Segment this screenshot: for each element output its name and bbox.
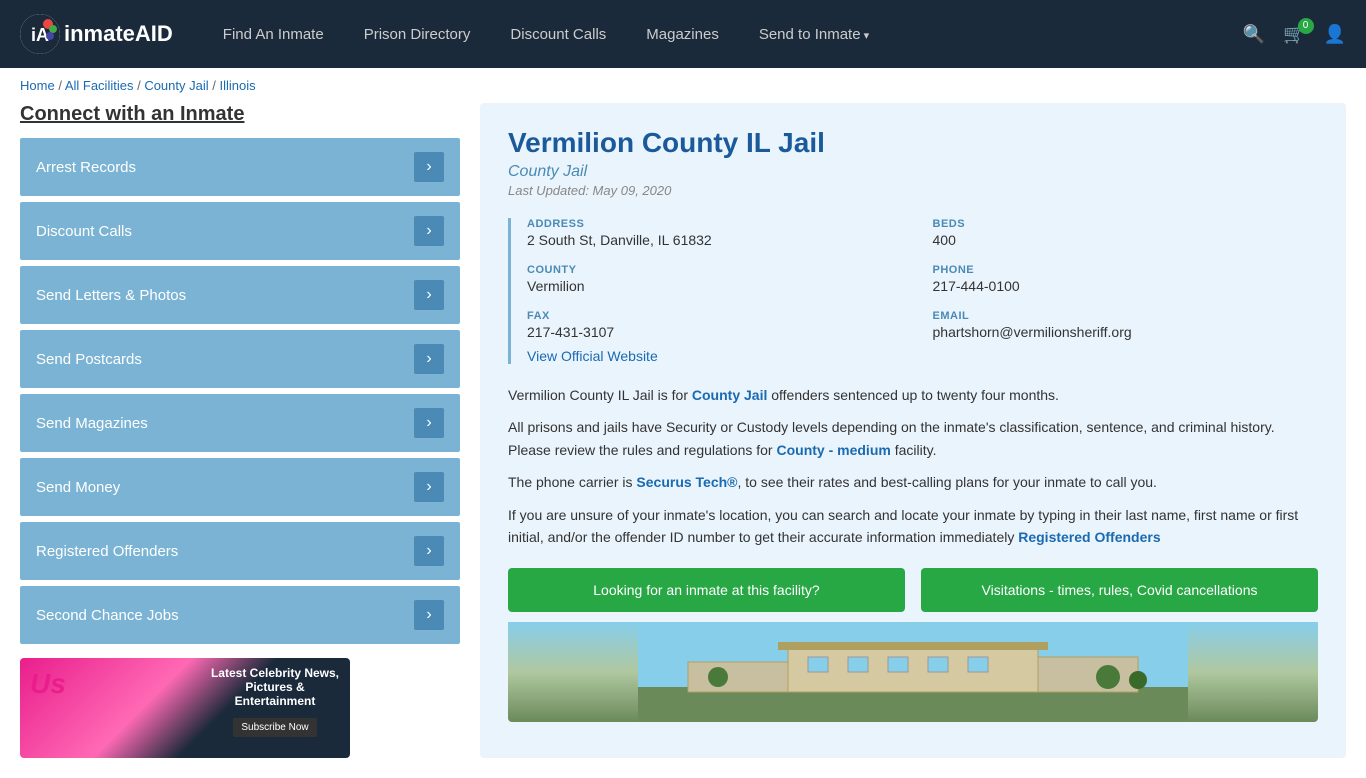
nav-magazines[interactable]: Magazines xyxy=(646,26,719,43)
search-icon[interactable]: 🔍 xyxy=(1243,24,1265,45)
desc4: If you are unsure of your inmate's locat… xyxy=(508,504,1318,549)
county-block: COUNTY Vermilion xyxy=(527,264,913,294)
arrow-icon-send-magazines: › xyxy=(414,408,444,438)
logo-icon: iA xyxy=(20,14,60,54)
arrow-icon-arrest-records: › xyxy=(414,152,444,182)
looking-for-inmate-button[interactable]: Looking for an inmate at this facility? xyxy=(508,568,905,612)
nav-discount-calls[interactable]: Discount Calls xyxy=(510,26,606,43)
facility-type: County Jail xyxy=(508,163,1318,181)
breadcrumb-all-facilities[interactable]: All Facilities xyxy=(65,78,134,93)
sidebar-label-send-magazines: Send Magazines xyxy=(36,415,148,432)
ad-banner[interactable]: Us Latest Celebrity News, Pictures & Ent… xyxy=(20,658,350,758)
fax-block: FAX 217-431-3107 xyxy=(527,310,913,340)
sidebar-item-registered-offenders[interactable]: Registered Offenders › xyxy=(20,522,460,580)
sidebar-label-arrest-records: Arrest Records xyxy=(36,159,136,176)
sidebar-item-arrest-records[interactable]: Arrest Records › xyxy=(20,138,460,196)
user-icon[interactable]: 👤 xyxy=(1324,24,1346,45)
address-value: 2 South St, Danville, IL 61832 xyxy=(527,232,913,248)
arrow-icon-discount-calls: › xyxy=(414,216,444,246)
email-value: phartshorn@vermilionsheriff.org xyxy=(933,324,1319,340)
sidebar-item-send-postcards[interactable]: Send Postcards › xyxy=(20,330,460,388)
phone-block: PHONE 217-444-0100 xyxy=(933,264,1319,294)
header-icons: 🔍 🛒 0 👤 xyxy=(1243,24,1346,45)
email-label: EMAIL xyxy=(933,310,1319,322)
county-jail-link1[interactable]: County Jail xyxy=(692,387,767,403)
sidebar-item-second-chance-jobs[interactable]: Second Chance Jobs › xyxy=(20,586,460,644)
sidebar-label-registered-offenders: Registered Offenders xyxy=(36,543,178,560)
arrow-icon-registered-offenders: › xyxy=(414,536,444,566)
email-block: EMAIL phartshorn@vermilionsheriff.org xyxy=(933,310,1319,340)
sidebar-label-discount-calls: Discount Calls xyxy=(36,223,132,240)
breadcrumb-county-jail[interactable]: County Jail xyxy=(144,78,208,93)
breadcrumb-home[interactable]: Home xyxy=(20,78,55,93)
breadcrumb-state[interactable]: Illinois xyxy=(219,78,255,93)
sidebar: Connect with an Inmate Arrest Records › … xyxy=(20,103,460,758)
nav-links: Find An Inmate Prison Directory Discount… xyxy=(223,26,1213,43)
action-buttons: Looking for an inmate at this facility? … xyxy=(508,568,1318,612)
sidebar-item-send-money[interactable]: Send Money › xyxy=(20,458,460,516)
ad-content: Latest Celebrity News, Pictures & Entert… xyxy=(210,666,340,737)
info-divider: ADDRESS 2 South St, Danville, IL 61832 B… xyxy=(508,218,1318,364)
arrow-icon-send-letters: › xyxy=(414,280,444,310)
phone-value: 217-444-0100 xyxy=(933,278,1319,294)
sidebar-item-send-magazines[interactable]: Send Magazines › xyxy=(20,394,460,452)
logo-text: inmateAID xyxy=(64,21,173,47)
info-grid: ADDRESS 2 South St, Danville, IL 61832 B… xyxy=(527,218,1318,340)
cart-badge: 0 xyxy=(1298,18,1314,34)
address-block: ADDRESS 2 South St, Danville, IL 61832 xyxy=(527,218,913,248)
desc2: All prisons and jails have Security or C… xyxy=(508,416,1318,461)
facility-detail: Vermilion County IL Jail County Jail Las… xyxy=(480,103,1346,758)
address-label: ADDRESS xyxy=(527,218,913,230)
nav-find-inmate[interactable]: Find An Inmate xyxy=(223,26,324,43)
official-website-link[interactable]: View Official Website xyxy=(527,348,658,364)
nav-prison-directory[interactable]: Prison Directory xyxy=(364,26,471,43)
fax-label: FAX xyxy=(527,310,913,322)
county-value: Vermilion xyxy=(527,278,913,294)
beds-block: BEDS 400 xyxy=(933,218,1319,248)
main-content: Connect with an Inmate Arrest Records › … xyxy=(0,103,1366,778)
facility-name: Vermilion County IL Jail xyxy=(508,127,1318,159)
sidebar-label-second-chance-jobs: Second Chance Jobs xyxy=(36,607,179,624)
facility-updated: Last Updated: May 09, 2020 xyxy=(508,183,1318,198)
securus-link[interactable]: Securus Tech® xyxy=(636,474,737,490)
ad-subscribe-button[interactable]: Subscribe Now xyxy=(233,718,316,737)
arrow-icon-second-chance-jobs: › xyxy=(414,600,444,630)
county-medium-link[interactable]: County - medium xyxy=(776,442,890,458)
cart-icon[interactable]: 🛒 0 xyxy=(1283,24,1305,45)
arrow-icon-send-money: › xyxy=(414,472,444,502)
logo-area[interactable]: iA inmateAID xyxy=(20,14,173,54)
facility-image xyxy=(508,622,1318,722)
sidebar-item-discount-calls[interactable]: Discount Calls › xyxy=(20,202,460,260)
sidebar-label-send-letters: Send Letters & Photos xyxy=(36,287,186,304)
beds-label: BEDS xyxy=(933,218,1319,230)
phone-label: PHONE xyxy=(933,264,1319,276)
connect-title: Connect with an Inmate xyxy=(20,103,460,126)
beds-value: 400 xyxy=(933,232,1319,248)
sidebar-label-send-postcards: Send Postcards xyxy=(36,351,142,368)
sidebar-item-send-letters[interactable]: Send Letters & Photos › xyxy=(20,266,460,324)
nav-send-to-inmate[interactable]: Send to Inmate xyxy=(759,26,869,43)
fax-value: 217-431-3107 xyxy=(527,324,913,340)
header: iA inmateAID Find An Inmate Prison Direc… xyxy=(0,0,1366,68)
desc3: The phone carrier is Securus Tech®, to s… xyxy=(508,471,1318,493)
breadcrumb: Home / All Facilities / County Jail / Il… xyxy=(0,68,1366,103)
desc1: Vermilion County IL Jail is for County J… xyxy=(508,384,1318,406)
visitations-button[interactable]: Visitations - times, rules, Covid cancel… xyxy=(921,568,1318,612)
arrow-icon-send-postcards: › xyxy=(414,344,444,374)
registered-offenders-link[interactable]: Registered Offenders xyxy=(1018,529,1160,545)
ad-title: Latest Celebrity News, Pictures & Entert… xyxy=(210,666,340,708)
county-label: COUNTY xyxy=(527,264,913,276)
ad-logo: Us xyxy=(30,668,66,700)
sidebar-label-send-money: Send Money xyxy=(36,479,120,496)
